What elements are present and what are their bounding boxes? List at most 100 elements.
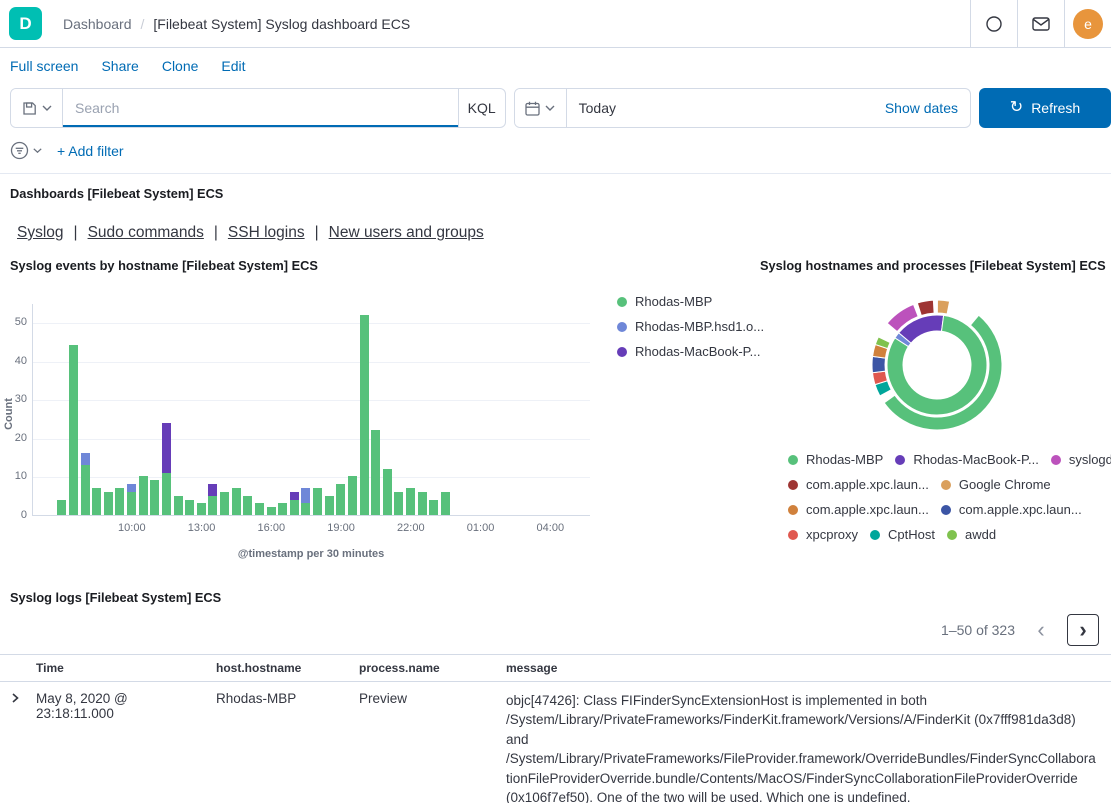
histogram-bar[interactable] xyxy=(81,453,90,465)
user-menu-button[interactable]: e xyxy=(1064,0,1111,47)
legend-item[interactable]: com.apple.xpc.laun... xyxy=(788,477,929,492)
histogram-bar[interactable] xyxy=(127,492,136,515)
histogram-bar[interactable] xyxy=(325,496,334,515)
space-avatar[interactable]: D xyxy=(9,7,42,40)
link-syslog[interactable]: Syslog xyxy=(17,224,64,242)
donut-segment[interactable] xyxy=(937,300,949,314)
legend-item[interactable]: Rhodas-MBP.hsd1.o... xyxy=(617,319,764,334)
breadcrumb-dashboard[interactable]: Dashboard xyxy=(63,16,132,32)
histogram-bar[interactable] xyxy=(301,503,310,515)
date-range-value[interactable]: Today xyxy=(567,89,873,127)
filter-options-button[interactable] xyxy=(10,141,50,160)
histogram-bar[interactable] xyxy=(104,492,113,515)
menu-item-share[interactable]: Share xyxy=(101,58,138,74)
histogram-bar[interactable] xyxy=(220,492,229,515)
previous-page-button[interactable]: ‹ xyxy=(1025,614,1057,646)
legend-item[interactable]: awdd xyxy=(947,527,996,542)
expand-row-button[interactable] xyxy=(0,691,28,703)
histogram-bar[interactable] xyxy=(301,488,310,503)
next-page-button[interactable]: › xyxy=(1067,614,1099,646)
histogram-bar[interactable] xyxy=(406,488,415,515)
menu-item-edit[interactable]: Edit xyxy=(221,58,245,74)
legend-item[interactable]: xpcproxy xyxy=(788,527,858,542)
histogram-bar[interactable] xyxy=(69,345,78,515)
histogram-bar[interactable] xyxy=(429,500,438,515)
link-sudo-commands[interactable]: Sudo commands xyxy=(88,224,204,242)
histogram-bar[interactable] xyxy=(81,465,90,515)
histogram-bar[interactable] xyxy=(208,496,217,515)
histogram-bar[interactable] xyxy=(150,480,159,515)
legend-item[interactable]: Rhodas-MacBook-P... xyxy=(895,452,1039,467)
histogram-bar[interactable] xyxy=(371,430,380,515)
gridline xyxy=(33,400,590,401)
y-axis-tick: 40 xyxy=(0,355,27,367)
donut-segment[interactable] xyxy=(917,300,934,315)
chevron-down-icon xyxy=(33,148,42,153)
histogram-bar[interactable] xyxy=(255,503,264,515)
histogram-bar[interactable] xyxy=(348,476,357,515)
histogram-bar[interactable] xyxy=(267,507,276,515)
histogram-bar[interactable] xyxy=(197,503,206,515)
histogram-bar[interactable] xyxy=(57,500,66,515)
legend-item[interactable]: com.apple.xpc.laun... xyxy=(941,502,1082,517)
legend-swatch xyxy=(941,480,951,490)
logs-panel: Syslog logs [Filebeat System] ECS 1–50 o… xyxy=(0,590,1111,803)
date-quick-select-button[interactable] xyxy=(515,89,567,127)
legend-item[interactable]: Rhodas-MacBook-P... xyxy=(617,344,764,359)
gridline xyxy=(33,439,590,440)
histogram-legend: Rhodas-MBP Rhodas-MBP.hsd1.o... Rhodas-Mac… xyxy=(617,294,764,369)
histogram-bar[interactable] xyxy=(278,503,287,515)
legend-item[interactable]: CptHost xyxy=(870,527,935,542)
saved-queries-button[interactable] xyxy=(11,89,63,127)
link-ssh-logins[interactable]: SSH logins xyxy=(228,224,305,242)
filter-bar: + Add filter xyxy=(0,136,1111,174)
histogram-bar[interactable] xyxy=(441,492,450,515)
column-header-process: process.name xyxy=(351,661,498,675)
histogram-bar[interactable] xyxy=(162,473,171,515)
chevron-down-icon xyxy=(545,105,555,111)
newsfeed-button[interactable] xyxy=(1017,0,1064,47)
histogram-bar[interactable] xyxy=(162,423,171,473)
legend-item[interactable]: Rhodas-MBP xyxy=(788,452,883,467)
link-new-users-groups[interactable]: New users and groups xyxy=(329,224,484,242)
x-axis-tick: 01:00 xyxy=(467,522,495,534)
donut-legend: Rhodas-MBP Rhodas-MacBook-P... syslogd com.… xyxy=(788,452,1111,542)
legend-swatch xyxy=(617,347,627,357)
histogram-bar[interactable] xyxy=(127,484,136,492)
donut-segment[interactable] xyxy=(872,356,885,372)
histogram-bar[interactable] xyxy=(232,488,241,515)
histogram-bar[interactable] xyxy=(336,484,345,515)
histogram-bar[interactable] xyxy=(383,469,392,515)
histogram-bar[interactable] xyxy=(139,476,148,515)
legend-item[interactable]: syslogd xyxy=(1051,452,1111,467)
dashboard-links: Syslog | Sudo commands | SSH logins | Ne… xyxy=(17,224,1111,242)
histogram-bar[interactable] xyxy=(313,488,322,515)
histogram-bar[interactable] xyxy=(290,500,299,515)
menu-item-full-screen[interactable]: Full screen xyxy=(10,58,78,74)
histogram-bar[interactable] xyxy=(208,484,217,496)
pagination-label: 1–50 of 323 xyxy=(941,622,1015,638)
histogram-bar[interactable] xyxy=(185,500,194,515)
help-button[interactable] xyxy=(970,0,1017,47)
histogram-bar[interactable] xyxy=(174,496,183,515)
kql-toggle[interactable]: KQL xyxy=(458,89,505,127)
search-input[interactable] xyxy=(63,89,458,127)
top-bar-actions: e xyxy=(970,0,1111,47)
histogram-bar[interactable] xyxy=(115,488,124,515)
legend-item[interactable]: Google Chrome xyxy=(941,477,1051,492)
histogram-panel-title: Syslog events by hostname [Filebeat Syst… xyxy=(10,258,318,273)
histogram-bar[interactable] xyxy=(92,488,101,515)
show-dates-button[interactable]: Show dates xyxy=(873,89,970,127)
histogram-bar[interactable] xyxy=(360,315,369,515)
menu-item-clone[interactable]: Clone xyxy=(162,58,199,74)
chevron-right-icon xyxy=(10,693,20,703)
histogram-bar[interactable] xyxy=(243,496,252,515)
legend-item[interactable]: Rhodas-MBP xyxy=(617,294,764,309)
histogram-bar[interactable] xyxy=(418,492,427,515)
refresh-button[interactable]: ↻ Refresh xyxy=(979,88,1111,128)
breadcrumb-current-page: [Filebeat System] Syslog dashboard ECS xyxy=(153,16,410,32)
histogram-bar[interactable] xyxy=(394,492,403,515)
add-filter-button[interactable]: + Add filter xyxy=(57,143,124,159)
histogram-bar[interactable] xyxy=(290,492,299,500)
legend-item[interactable]: com.apple.xpc.laun... xyxy=(788,502,929,517)
